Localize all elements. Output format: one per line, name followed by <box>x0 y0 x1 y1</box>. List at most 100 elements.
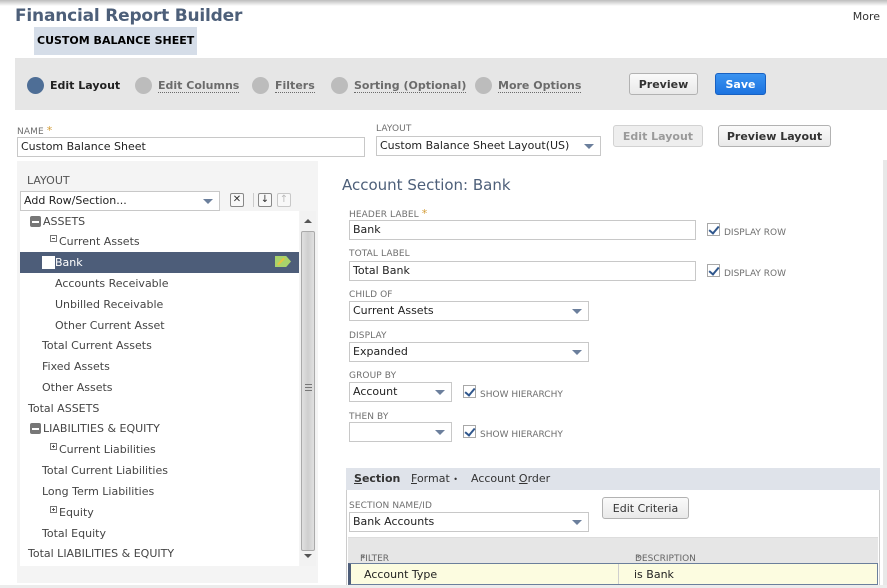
wizard-step-edit-columns[interactable]: Edit Columns <box>135 77 240 94</box>
total-label-input[interactable]: Total Bank <box>349 261 696 281</box>
more-link[interactable]: More <box>853 10 880 23</box>
move-up-button[interactable]: ↑ <box>277 193 291 207</box>
tree-row-total-current-liabilities[interactable]: Total Current Liabilities <box>20 460 299 481</box>
add-row-section-select[interactable]: Add Row/Section... <box>20 191 220 211</box>
expand-icon[interactable] <box>50 505 57 513</box>
tab-account-order[interactable]: Account Order <box>471 472 550 485</box>
tree-row-label: Total ASSETS <box>28 402 100 415</box>
tree-row-label: LIABILITIES & EQUITY <box>43 422 160 435</box>
chevron-down-icon <box>572 350 582 355</box>
chevron-down-icon <box>584 144 594 149</box>
remove-row-button[interactable]: ✕ <box>230 193 244 207</box>
collapse-icon[interactable] <box>30 215 41 227</box>
wizard-step-edit-layout[interactable]: Edit Layout <box>27 77 120 94</box>
tree-row-total-equity[interactable]: Total Equity <box>20 523 299 544</box>
group-by-show-hierarchy-label: SHOW HIERARCHY <box>480 390 563 400</box>
tree-row-other-current-asset[interactable]: Other Current Asset <box>20 315 299 336</box>
tab-label: Account <box>471 472 519 485</box>
then-by-show-hierarchy-label: SHOW HIERARCHY <box>480 430 563 440</box>
close-icon: ✕ <box>232 194 242 205</box>
total-display-row-checkbox[interactable] <box>707 264 720 277</box>
layout-select[interactable]: Custom Balance Sheet Layout(US) <box>376 136 601 156</box>
group-by-show-hierarchy-checkbox[interactable] <box>463 385 476 398</box>
wizard-step-filters[interactable]: Filters <box>252 77 315 94</box>
tree-row-total-current-assets[interactable]: Total Current Assets <box>20 335 299 356</box>
save-button[interactable]: Save <box>715 73 766 95</box>
filter-table-header: FILTER * DESCRIPTION * <box>348 537 878 564</box>
step-dot-icon <box>475 77 492 94</box>
tab-label: ormat <box>416 472 450 485</box>
tree-row-other-assets[interactable]: Other Assets <box>20 377 299 398</box>
scroll-down-arrow-icon[interactable] <box>304 554 312 558</box>
tree-row-label: Fixed Assets <box>42 360 110 373</box>
tree-row-bank[interactable]: Bank <box>20 252 299 273</box>
required-mark: * <box>46 124 53 137</box>
header-label-text: HEADER LABEL <box>349 210 419 220</box>
step-dot-icon <box>135 77 152 94</box>
move-down-button[interactable]: ↓ <box>258 193 272 207</box>
name-label: NAME * <box>17 124 52 137</box>
tree-row-total-liabilities-equity[interactable]: Total LIABILITIES & EQUITY <box>20 543 299 564</box>
scroll-up-arrow-icon[interactable] <box>304 219 312 223</box>
tree-row-assets[interactable]: ASSETS <box>20 211 299 232</box>
name-input[interactable]: Custom Balance Sheet <box>17 137 365 157</box>
edit-pencil-icon[interactable] <box>275 256 291 267</box>
tree-row-equity[interactable]: Equity <box>20 502 299 523</box>
wizard-step-sorting[interactable]: Sorting (Optional) <box>331 77 467 94</box>
tree-row-total-assets[interactable]: Total ASSETS <box>20 398 299 419</box>
collapse-icon[interactable] <box>50 234 57 242</box>
layout-tree: ASSETS Current Assets Bank Accounts Rece… <box>20 211 299 566</box>
arrow-up-icon: ↑ <box>279 194 289 205</box>
tree-row-label: Long Term Liabilities <box>42 485 155 498</box>
tree-row-fixed-assets[interactable]: Fixed Assets <box>20 356 299 377</box>
header-display-row-checkbox[interactable] <box>707 223 720 236</box>
tab-label: rder <box>527 472 551 485</box>
tree-row-liabilities-equity[interactable]: LIABILITIES & EQUITY <box>20 418 299 439</box>
tree-scrollbar[interactable] <box>300 211 316 566</box>
cell-divider <box>618 564 619 584</box>
scrollbar-thumb[interactable] <box>301 231 315 551</box>
tree-row-label: Other Current Asset <box>55 319 165 332</box>
toolbar-divider <box>253 193 254 207</box>
child-of-select[interactable]: Current Assets <box>349 301 589 321</box>
header-label-input[interactable]: Bank <box>349 220 696 240</box>
page-title: Financial Report Builder <box>15 6 243 26</box>
preview-button[interactable]: Preview <box>629 73 698 95</box>
page-scrollbar[interactable] <box>883 160 887 588</box>
display-select[interactable]: Expanded <box>349 342 589 362</box>
step-label: Sorting (Optional) <box>354 78 467 93</box>
subtab-bar: Section Format • Account Order <box>346 468 880 490</box>
step-label: Edit Layout <box>50 79 121 92</box>
tree-row-current-assets[interactable]: Current Assets <box>20 231 299 252</box>
edit-criteria-button[interactable]: Edit Criteria <box>602 497 689 519</box>
child-of-value: Current Assets <box>353 304 434 317</box>
description-cell[interactable]: is Bank <box>634 568 674 581</box>
then-by-show-hierarchy-checkbox[interactable] <box>463 425 476 438</box>
tree-row-current-liabilities[interactable]: Current Liabilities <box>20 439 299 460</box>
then-by-select[interactable] <box>349 422 452 442</box>
group-by-select[interactable]: Account <box>349 382 452 402</box>
step-dot-icon <box>331 77 348 94</box>
chevron-down-icon <box>203 199 213 204</box>
tree-row-unbilled-receivable[interactable]: Unbilled Receivable <box>20 294 299 315</box>
preview-layout-button[interactable]: Preview Layout <box>718 125 831 147</box>
step-label: More Options <box>498 78 582 93</box>
expand-icon[interactable] <box>50 442 57 450</box>
section-title: Account Section: Bank <box>342 176 511 194</box>
collapse-icon[interactable] <box>30 422 41 434</box>
report-subtitle: CUSTOM BALANCE SHEET <box>34 27 198 55</box>
tree-row-long-term-liabilities[interactable]: Long Term Liabilities <box>20 481 299 502</box>
wizard-step-more-options[interactable]: More Options <box>475 77 582 94</box>
tree-row-accounts-receivable[interactable]: Accounts Receivable <box>20 273 299 294</box>
table-row[interactable]: Account Type is Bank <box>348 563 878 585</box>
chevron-down-icon <box>435 390 445 395</box>
tree-row-label: Total Current Liabilities <box>42 464 168 477</box>
tab-section[interactable]: Section <box>354 472 400 485</box>
edit-layout-button[interactable]: Edit Layout <box>613 125 703 147</box>
tab-format[interactable]: Format • <box>411 472 458 485</box>
filter-cell[interactable]: Account Type <box>364 568 437 581</box>
section-name-select[interactable]: Bank Accounts <box>349 512 589 532</box>
total-display-row-label: DISPLAY ROW <box>724 269 786 279</box>
group-by-label: GROUP BY <box>349 371 397 381</box>
layout-label: LAYOUT <box>376 124 412 134</box>
